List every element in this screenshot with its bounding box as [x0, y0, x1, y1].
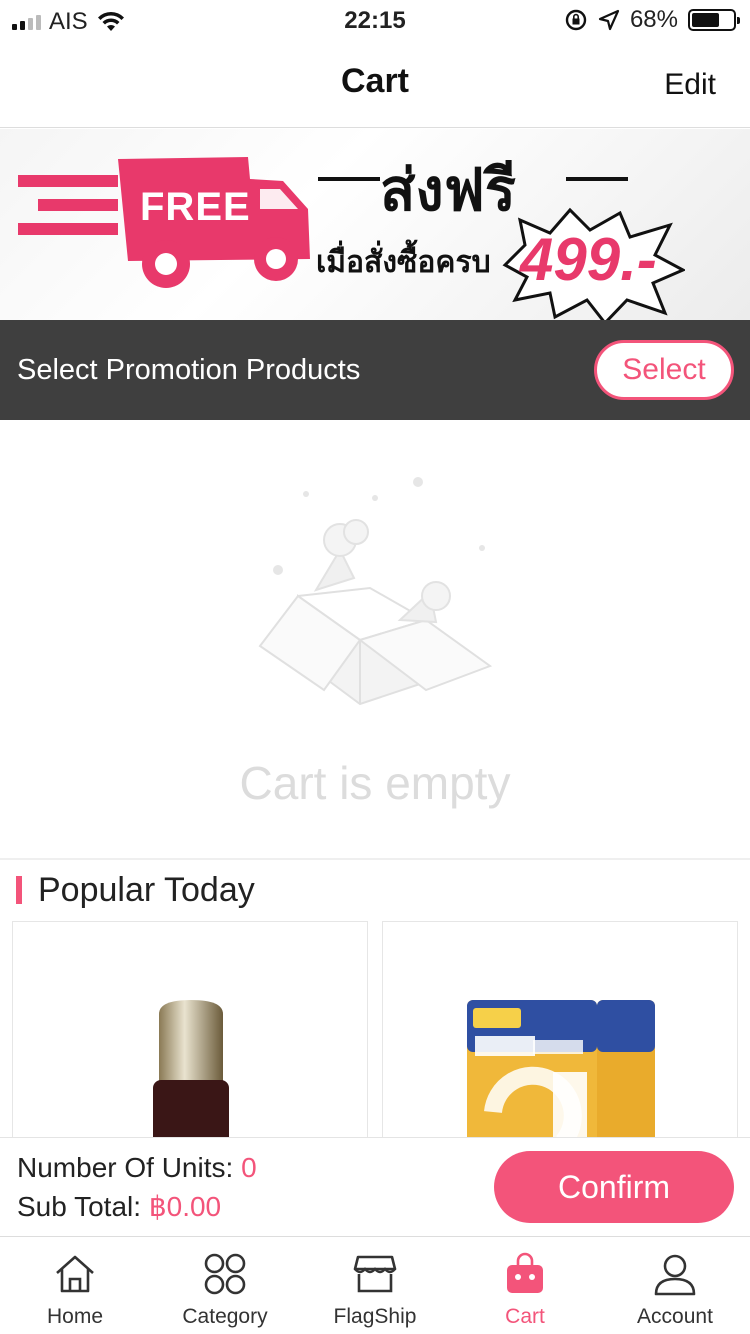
popular-header: Popular Today — [16, 870, 255, 910]
home-icon — [56, 1255, 94, 1293]
cart-bag-icon — [507, 1252, 543, 1293]
units-value: 0 — [241, 1152, 257, 1183]
empty-cart-message: Cart is empty — [239, 757, 511, 809]
tab-cart[interactable]: Cart — [450, 1237, 600, 1334]
tab-flagship[interactable]: FlagShip — [300, 1237, 450, 1334]
page-title: Cart — [340, 62, 410, 100]
tab-home[interactable]: Home — [0, 1237, 150, 1334]
nav-bar: Cart Edit — [0, 40, 750, 128]
section-divider — [0, 858, 750, 860]
free-shipping-banner[interactable]: FREE ส่งฟรี เมื่อสั่งซื้อครบ 499.- — [0, 129, 750, 320]
edit-button[interactable]: Edit — [664, 68, 716, 102]
units-row: Number Of Units: 0 — [17, 1152, 257, 1184]
tab-account[interactable]: Account — [600, 1237, 750, 1334]
select-promotion-button[interactable]: Select — [594, 340, 734, 400]
battery-icon — [688, 9, 740, 31]
banner-price: 499.- — [520, 226, 657, 293]
promotion-label: Select Promotion Products — [17, 354, 361, 386]
banner-line-left — [318, 177, 380, 181]
rotation-lock-icon — [565, 9, 587, 31]
checkout-bar: Number Of Units: 0 Sub Total: ฿0.00 Conf… — [0, 1137, 750, 1236]
product-card[interactable] — [382, 921, 738, 1161]
units-label: Number Of Units: — [17, 1152, 234, 1183]
free-label: FREE — [140, 185, 251, 229]
tab-cart-label: Cart — [505, 1305, 545, 1328]
status-right: 68% — [564, 6, 740, 34]
store-icon — [353, 1255, 397, 1293]
product-card[interactable] — [12, 921, 368, 1161]
category-icon — [204, 1253, 246, 1295]
empty-box-icon — [258, 477, 493, 706]
promotion-bar: Select Promotion Products Select — [0, 320, 750, 420]
battery-fill — [692, 13, 720, 27]
empty-cart: Cart is empty — [0, 420, 750, 858]
subtotal-row: Sub Total: ฿0.00 — [17, 1190, 221, 1223]
banner-line-right — [566, 177, 628, 181]
tab-category[interactable]: Category — [150, 1237, 300, 1334]
tab-category-label: Category — [182, 1305, 268, 1328]
subtotal-value: ฿0.00 — [148, 1191, 222, 1222]
status-bar: AIS 22:15 68% — [0, 0, 750, 40]
subtotal-label: Sub Total: — [17, 1191, 142, 1222]
tab-flagship-label: FlagShip — [333, 1305, 417, 1328]
tab-account-label: Account — [637, 1305, 713, 1328]
banner-subline: เมื่อสั่งซื้อครบ — [316, 246, 491, 279]
tab-home-label: Home — [46, 1305, 104, 1328]
popular-title: Popular Today — [38, 870, 255, 909]
battery-percent: 68% — [629, 6, 678, 33]
product-image — [467, 1000, 655, 1160]
product-image — [153, 1000, 229, 1160]
confirm-button[interactable]: Confirm — [494, 1151, 734, 1223]
account-icon — [654, 1254, 696, 1296]
tab-bar: Home Category FlagShip Cart Account — [0, 1236, 750, 1334]
section-accent-bar — [16, 876, 22, 904]
location-arrow-icon — [598, 9, 620, 31]
